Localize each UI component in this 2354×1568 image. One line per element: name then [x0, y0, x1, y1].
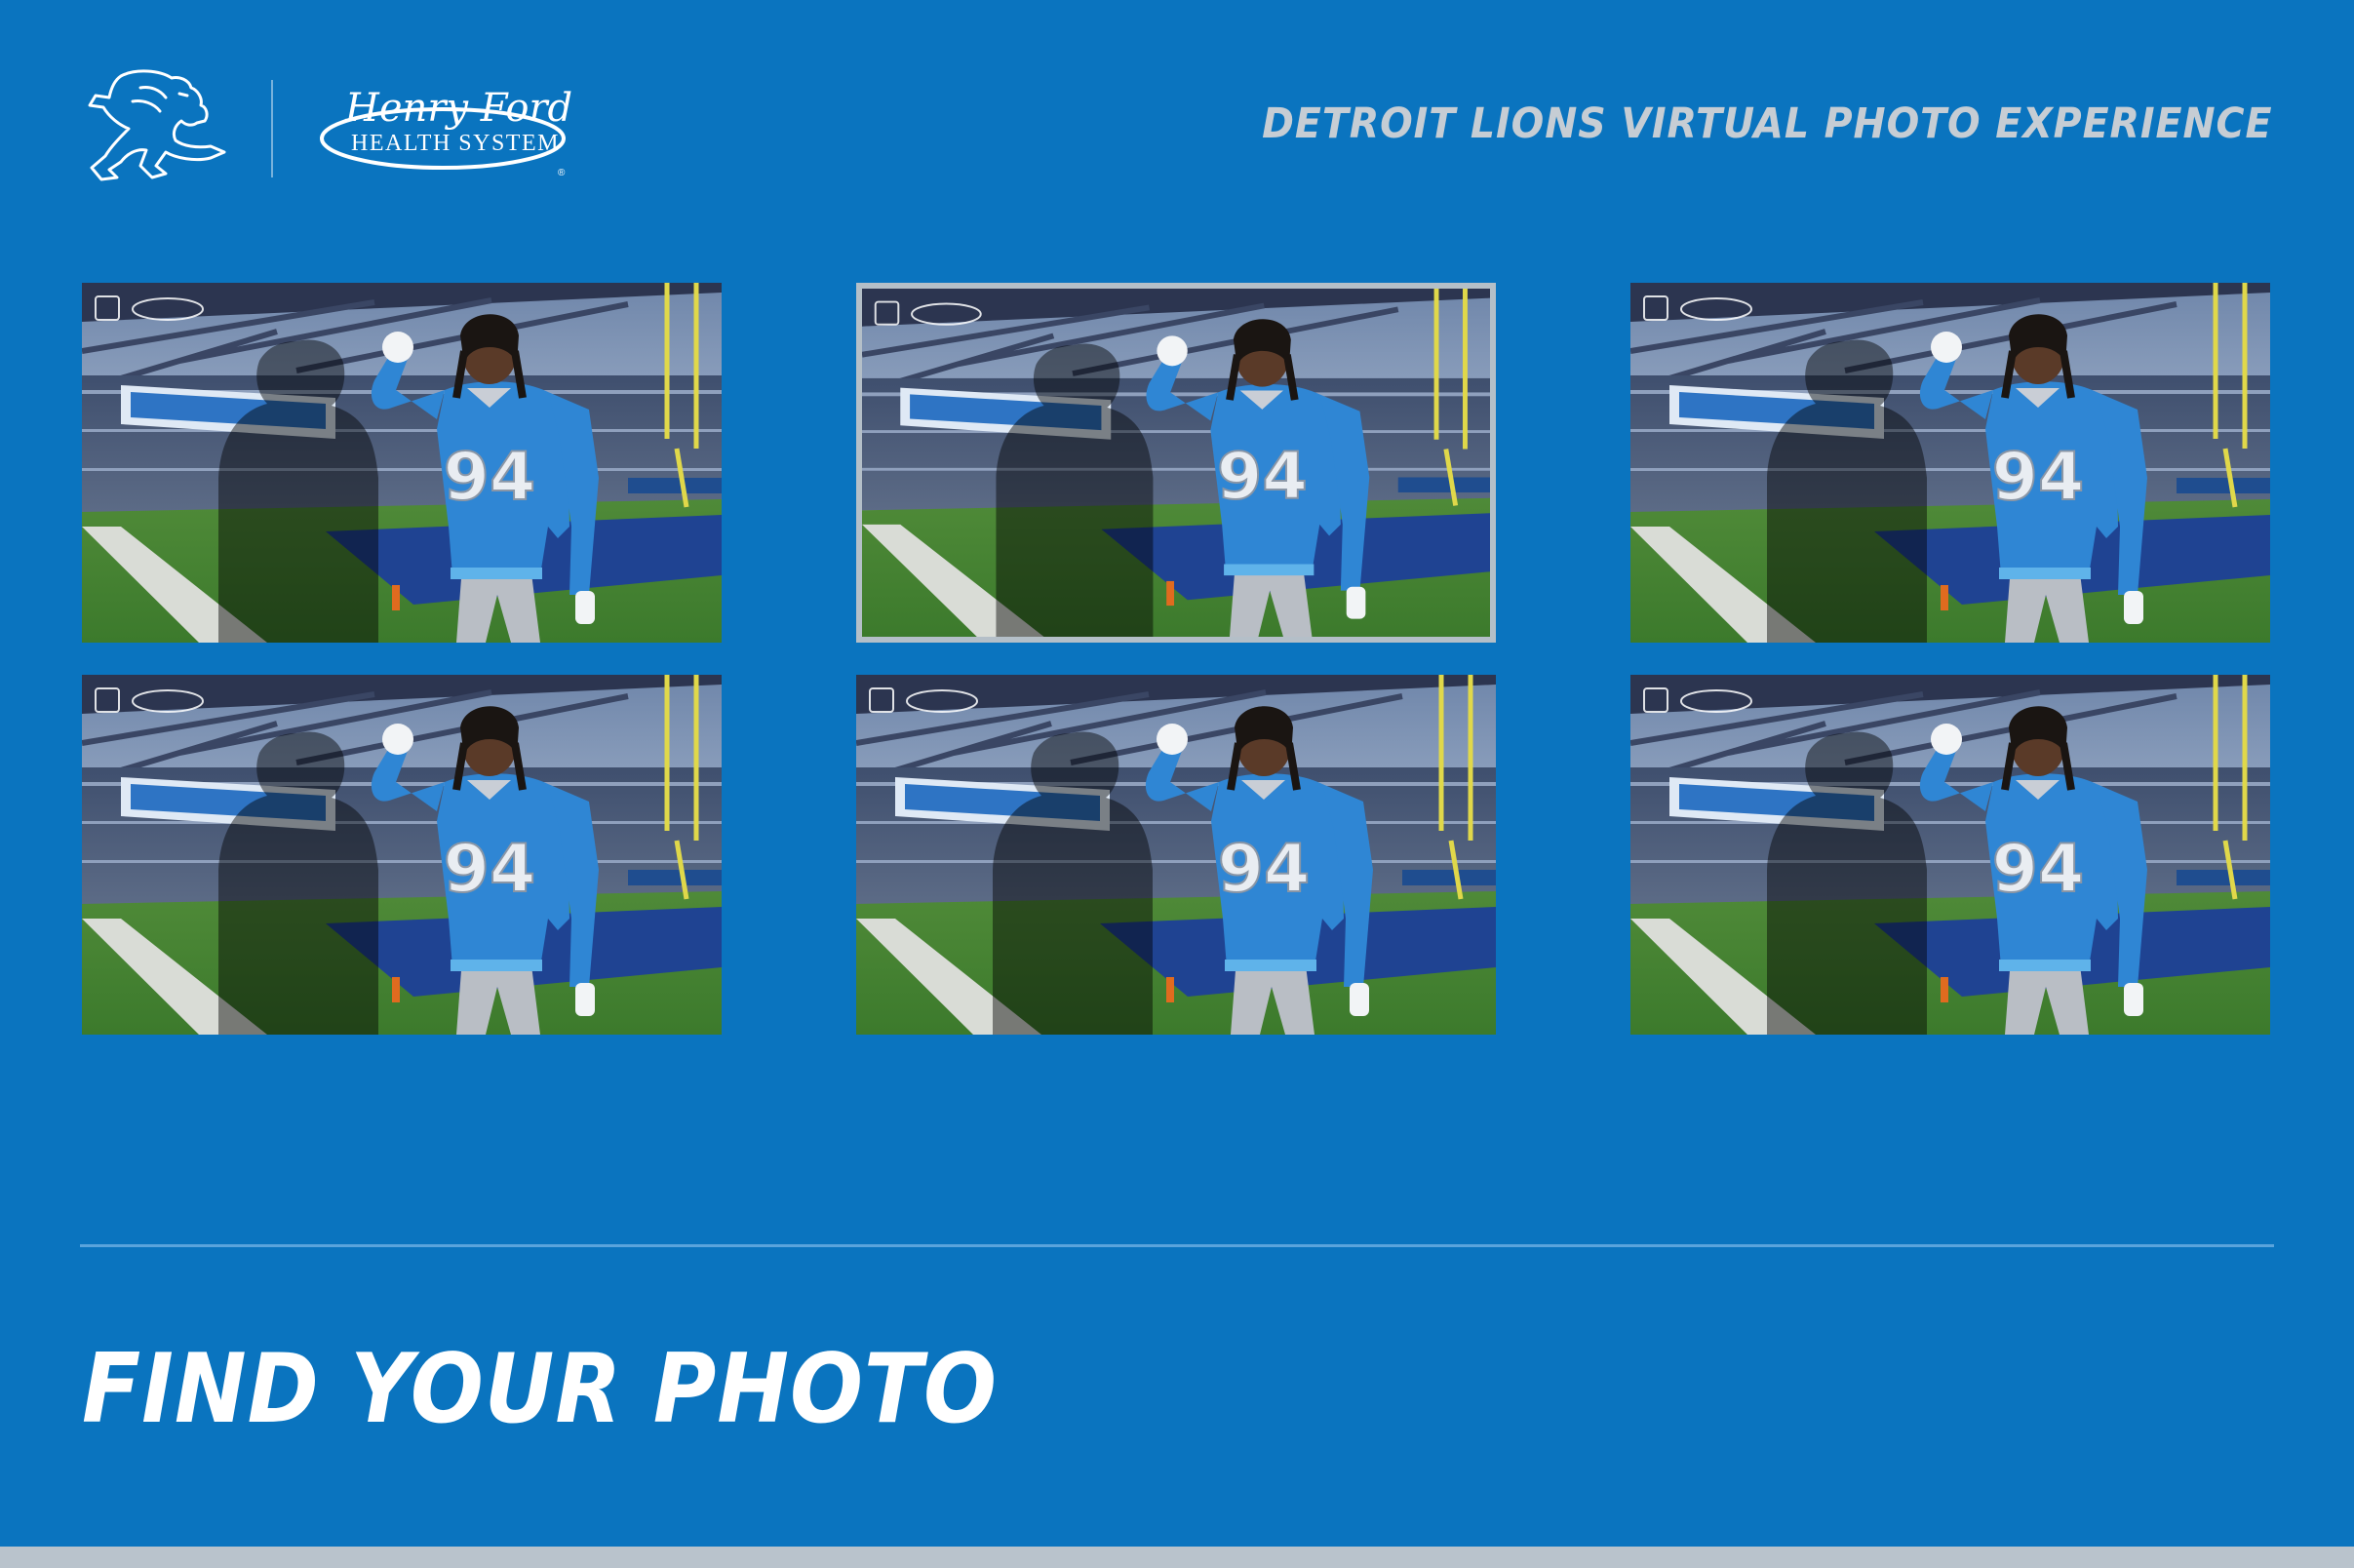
footer-bar — [0, 1547, 2354, 1568]
player-photo-image: 94 — [862, 289, 1490, 637]
player-photo-image: 94 — [1630, 283, 2270, 643]
jersey-number-label: 94 — [1992, 439, 2085, 516]
jersey-number-label: 94 — [1992, 831, 2085, 908]
section-divider — [80, 1244, 2274, 1247]
player-photo-image: 94 — [856, 675, 1496, 1035]
player-photo-image: 94 — [82, 675, 722, 1035]
henry-ford-script: Henry Ford — [344, 86, 572, 131]
health-system-label: HEALTH SYSTEM — [351, 131, 560, 156]
page-header-title: DETROIT LIONS VIRTUAL PHOTO EXPERIENCE — [1261, 99, 2272, 148]
player-photo-image: 94 — [82, 283, 722, 643]
jersey-number-label: 94 — [444, 439, 536, 516]
jersey-number-label: 94 — [444, 831, 536, 908]
photo-thumbnail[interactable]: 94 — [856, 675, 1496, 1035]
photo-gallery: 94 94 94 94 94 94 — [82, 283, 2272, 1035]
player-photo-image: 94 — [1630, 675, 2270, 1035]
photo-kiosk-page: Henry Ford HEALTH SYSTEM ® DETROIT LIONS… — [0, 0, 2354, 1568]
find-your-photo-heading: FIND YOUR PHOTO — [82, 1334, 998, 1445]
photo-thumbnail[interactable]: 94 — [82, 675, 722, 1035]
svg-text:®: ® — [558, 168, 566, 178]
header: Henry Ford HEALTH SYSTEM ® DETROIT LIONS… — [82, 68, 2272, 185]
photo-thumbnail[interactable]: 94 — [82, 283, 722, 643]
photo-thumbnail[interactable]: 94 — [856, 283, 1496, 643]
photo-thumbnail[interactable]: 94 — [1630, 675, 2270, 1035]
lions-logo-icon — [88, 69, 226, 181]
logo-divider — [271, 80, 273, 177]
henry-ford-logo-icon: Henry Ford HEALTH SYSTEM ® — [320, 86, 572, 178]
photo-thumbnail[interactable]: 94 — [1630, 283, 2270, 643]
jersey-number-label: 94 — [1217, 438, 1308, 513]
jersey-number-label: 94 — [1218, 831, 1311, 908]
